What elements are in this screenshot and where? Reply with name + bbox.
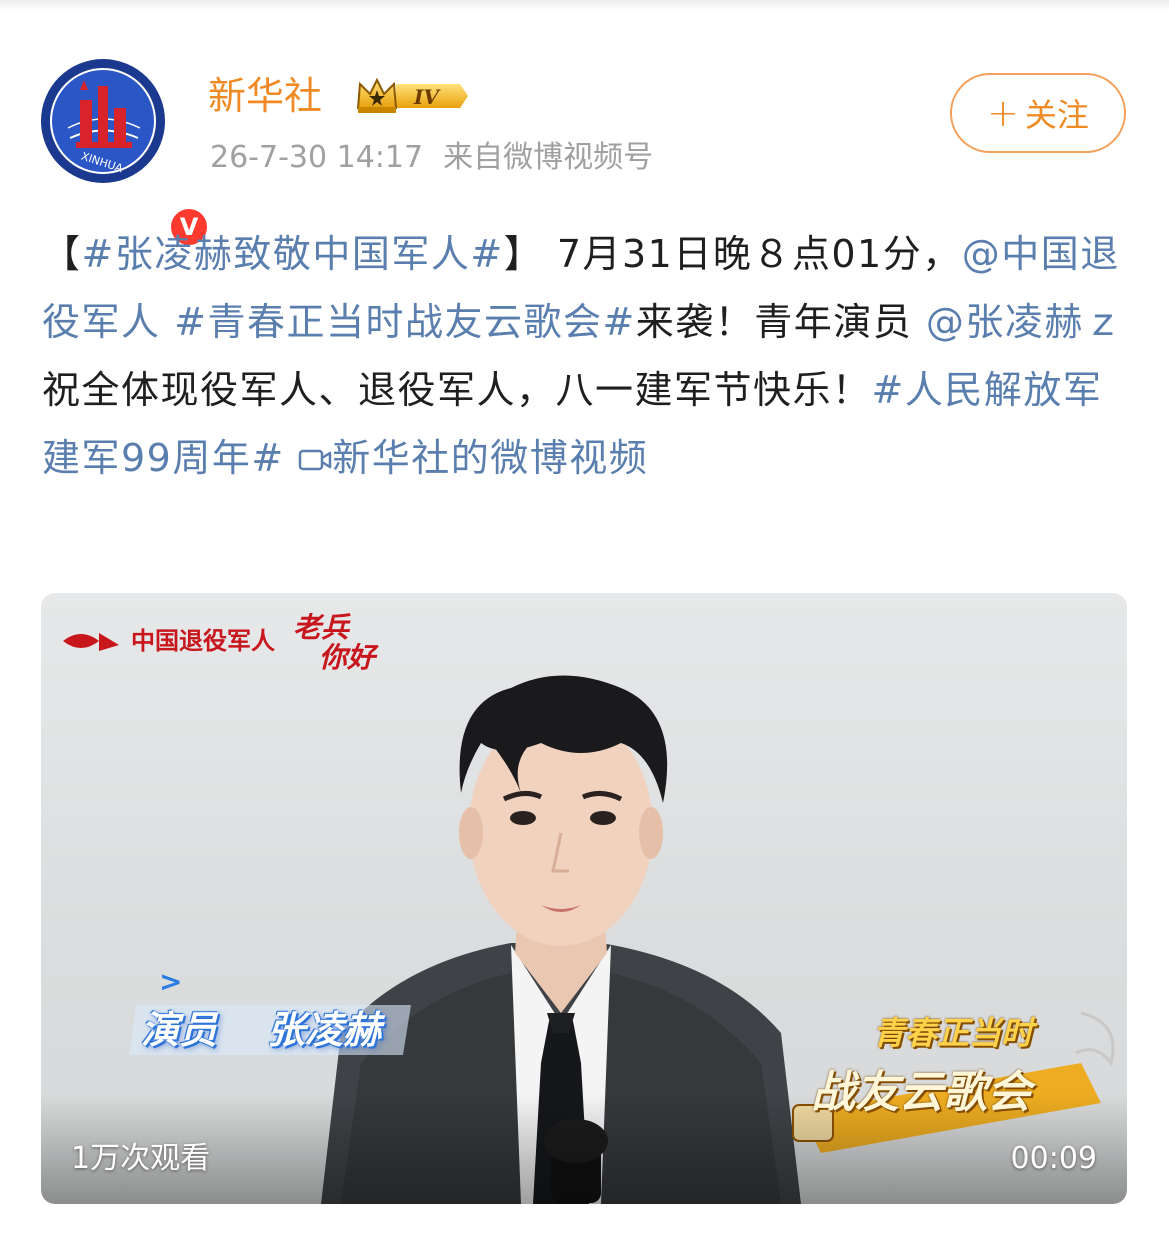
author-name[interactable]: 新华社	[208, 72, 322, 120]
follow-label: 关注	[1024, 96, 1089, 134]
brand-name: 中国退役军人	[131, 627, 275, 655]
show-title-line1: 青春正当时	[873, 1014, 1034, 1052]
bracket-close: 】	[503, 232, 544, 276]
mention-actor[interactable]: @张凌赫ｚ	[926, 300, 1124, 344]
post-time: 26-7-30 14:17	[210, 140, 424, 175]
author-avatar[interactable]: XINHUA V	[40, 58, 211, 249]
caption-arrow-icon: >	[159, 965, 183, 998]
plus-icon: +	[987, 91, 1019, 135]
top-divider	[0, 0, 1169, 10]
video-camera-icon	[299, 449, 332, 471]
text-segment-1: 7月31日晚８点01分，	[556, 232, 962, 276]
hashtag-concert[interactable]: #青春正当时战友云歌会#	[174, 300, 636, 344]
post-meta: 26-7-30 14:17 来自微博视频号	[210, 138, 653, 178]
video-player[interactable]: 中国退役军人 老兵 你好 > 演员 张凌赫 青春正当时 战友云歌会 1万次观看 …	[41, 593, 1127, 1204]
show-title-line2: 战友云歌会	[811, 1067, 1031, 1118]
follow-button[interactable]: + 关注	[950, 73, 1126, 153]
hashtag-main[interactable]: #张凌赫致敬中国军人#	[82, 232, 504, 276]
crown-icon[interactable]: IV	[356, 74, 472, 118]
text-segment-3: 祝全体现役军人、退役军人，八一建军节快乐！	[42, 368, 872, 412]
post-text: 【#张凌赫致敬中国军人#】 7月31日晚８点01分，@中国退役军人 #青春正当时…	[42, 220, 1132, 492]
text-segment-2: 来袭！青年演员	[635, 300, 913, 344]
bracket-open: 【	[42, 232, 82, 276]
caption-role: 演员	[141, 1008, 218, 1052]
video-duration: 00:09	[1010, 1141, 1097, 1176]
post-source[interactable]: 来自微博视频号	[443, 140, 653, 175]
brand-slogan-line1: 老兵	[293, 611, 350, 644]
caption-name: 张凌赫	[267, 1008, 382, 1052]
view-count: 1万次观看	[71, 1141, 211, 1176]
xinhua-logo-icon: XINHUA	[41, 59, 165, 183]
vip-level: IV	[413, 85, 441, 109]
video-link[interactable]: 新华社的微博视频	[298, 436, 648, 480]
brand-slogan-line2: 你好	[319, 641, 376, 674]
video-link-label: 新华社的微博视频	[332, 436, 649, 480]
